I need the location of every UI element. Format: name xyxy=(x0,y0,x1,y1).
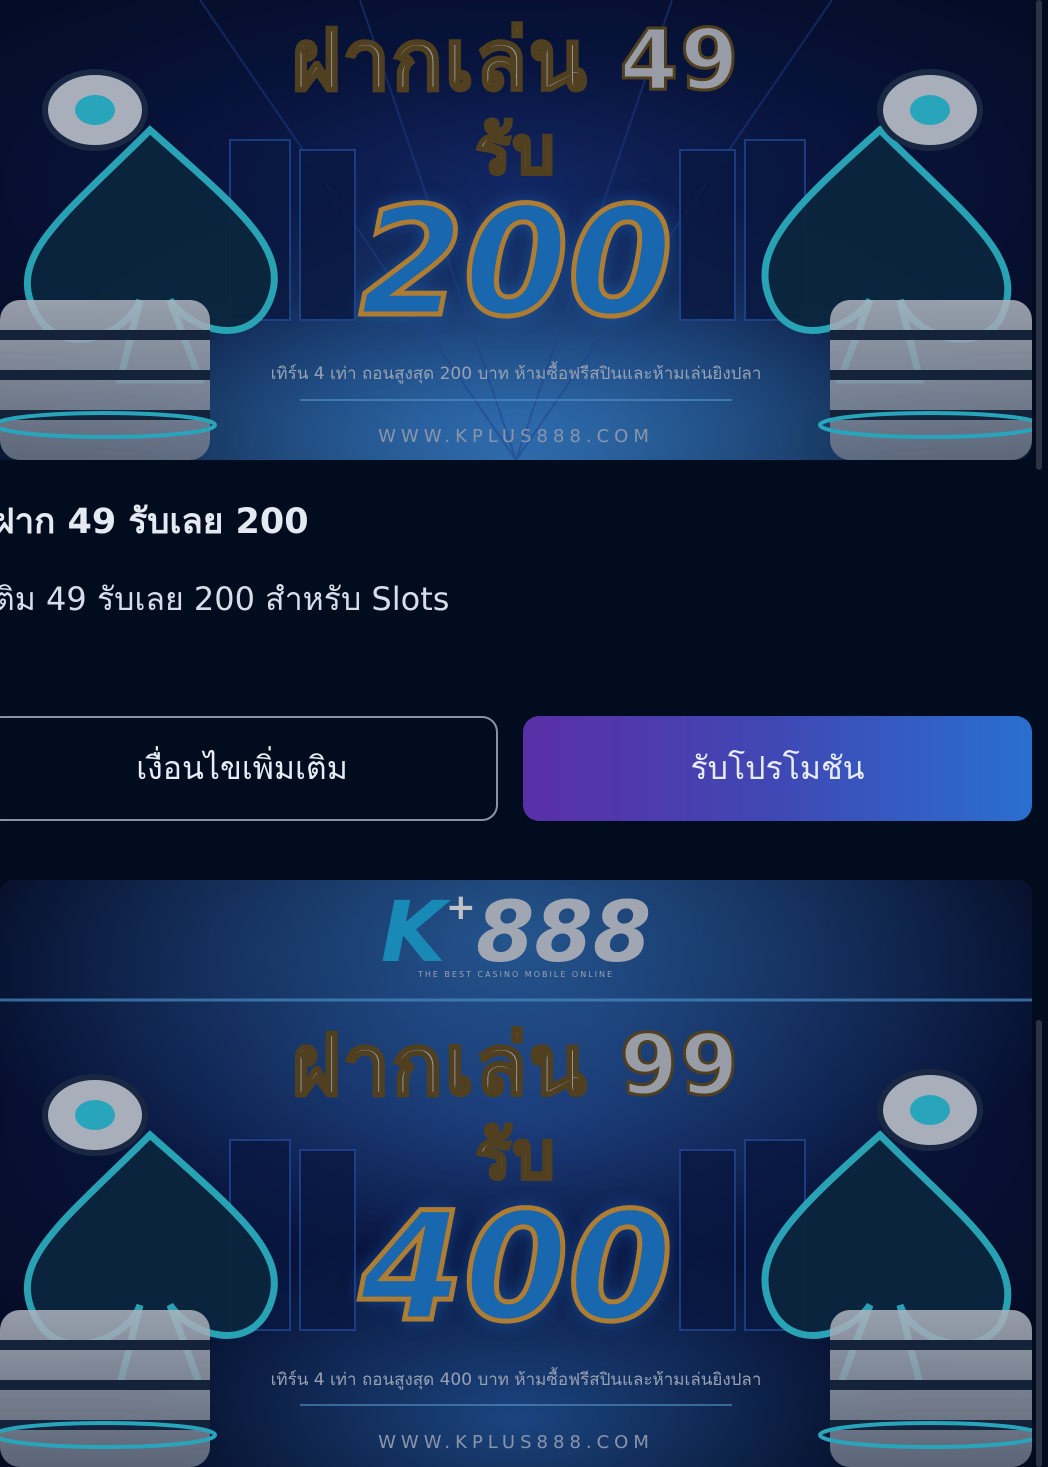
promo-title: ฝาก 49 รับเลย 200 xyxy=(0,502,309,542)
promo-banner-1[interactable]: ฝากเล่น 49 รับ 200 เทิร์น 4 เท่า ถอนสูงส… xyxy=(0,0,1032,460)
claim-promotion-button[interactable]: รับโปรโมชัน xyxy=(523,716,1032,821)
dim-overlay xyxy=(0,0,1032,460)
scrollbar-thumb-lower[interactable] xyxy=(1036,1020,1042,1467)
scrollbar-track[interactable] xyxy=(1032,0,1048,1467)
more-conditions-button[interactable]: เงื่อนไขเพิ่มเติม xyxy=(0,716,498,821)
dim-overlay xyxy=(0,880,1032,1467)
scrollbar-thumb[interactable] xyxy=(1036,0,1042,470)
promo-banner-2[interactable]: K+888 THE BEST CASINO MOBILE ONLINE ฝากเ… xyxy=(0,880,1032,1467)
promo-description: ติม 49 รับเลย 200 สำหรับ Slots xyxy=(0,580,450,618)
